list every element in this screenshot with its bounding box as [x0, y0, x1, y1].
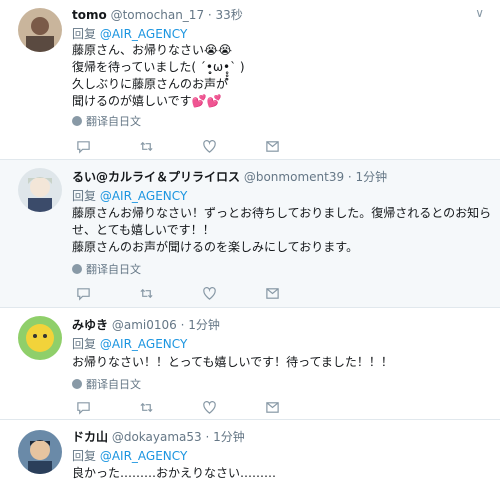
retweet-icon[interactable]	[137, 284, 155, 302]
avatar[interactable]	[18, 316, 62, 360]
tweet-line: 藤原さんお帰りなさい！ずっとお待ちしておりました。復帰されるとのお知ら	[72, 206, 492, 220]
heart-icon[interactable]	[200, 284, 218, 302]
avatar[interactable]	[18, 430, 62, 474]
timestamp[interactable]: · 1分钟	[206, 430, 245, 444]
reply-to-link[interactable]: @AIR_AGENCY	[100, 27, 187, 41]
user-name[interactable]: みゆき	[72, 318, 108, 332]
tweet-text: 良かった………おかえりなさい………	[72, 465, 276, 482]
reply-prefix: 回复	[72, 27, 97, 41]
tweet: tomo @tomochan_17 · 33秒 ∨ 回复 @AIR_AGENCY…	[0, 0, 500, 160]
reply-to-link[interactable]: @AIR_AGENCY	[100, 337, 187, 351]
message-icon[interactable]	[263, 398, 281, 416]
retweet-icon[interactable]	[137, 137, 155, 155]
heart-icon[interactable]	[200, 398, 218, 416]
globe-icon	[72, 379, 82, 389]
chevron-down-icon[interactable]: ∨	[475, 6, 484, 20]
tweet: ドカ山 @dokayama53 · 1分钟 回复 @AIR_AGENCY 良かっ…	[0, 420, 500, 483]
tweet-line: 久しぶりに藤原さんのお声が	[72, 77, 229, 91]
tweet: るい@カルライ＆プリライロス @bonmoment39 · 1分钟 回复 @AI…	[0, 160, 500, 308]
globe-icon	[72, 116, 82, 126]
reply-to-link[interactable]: @AIR_AGENCY	[100, 449, 187, 463]
user-handle[interactable]: @tomochan_17	[111, 8, 205, 22]
reply-icon[interactable]	[74, 284, 92, 302]
retweet-icon[interactable]	[137, 398, 155, 416]
tweet-line: 良かった………おかえりなさい………	[72, 466, 277, 480]
reply-prefix: 回复	[72, 337, 97, 351]
reply-prefix: 回复	[72, 189, 97, 203]
message-icon[interactable]	[263, 284, 281, 302]
reply-prefix: 回复	[72, 449, 97, 463]
tweet-text: 藤原さんお帰りなさい！ずっとお待ちしておりました。復帰されるとのお知ら せ、とて…	[72, 205, 491, 256]
tweet-line: 藤原さん、お帰りなさい😭😭	[72, 43, 233, 57]
tweet: みゆき @ami0106 · 1分钟 回复 @AIR_AGENCY お帰りなさい…	[0, 308, 500, 420]
tweet-text: お帰りなさい！！とっても嬉しいです！待ってました！！！	[72, 354, 393, 371]
message-icon[interactable]	[263, 137, 281, 155]
user-handle[interactable]: @ami0106	[112, 318, 177, 332]
user-name[interactable]: ドカ山	[72, 430, 108, 444]
avatar[interactable]	[18, 168, 62, 212]
avatar[interactable]	[18, 8, 62, 52]
translate-button[interactable]: 翻译自日文	[72, 261, 141, 277]
translate-label: 翻译自日文	[86, 115, 141, 128]
globe-icon	[72, 264, 82, 274]
tweet-line: 復帰を待っていました( ´•̥̥̥ω•̥̥̥` )	[72, 60, 245, 74]
timestamp[interactable]: · 1分钟	[181, 318, 220, 332]
user-name[interactable]: tomo	[72, 8, 107, 22]
reply-to-link[interactable]: @AIR_AGENCY	[100, 189, 187, 203]
translate-button[interactable]: 翻译自日文	[72, 113, 141, 129]
tweet-line: 藤原さんのお声が聞けるのを楽しみにしております。	[72, 240, 359, 254]
reply-icon[interactable]	[74, 137, 92, 155]
tweet-text: 藤原さん、お帰りなさい😭😭 復帰を待っていました( ´•̥̥̥ω•̥̥̥` ) …	[72, 42, 245, 110]
reply-icon[interactable]	[74, 398, 92, 416]
user-handle[interactable]: @dokayama53	[112, 430, 202, 444]
tweet-line: 聞けるのが嬉しいです💕💕	[72, 94, 222, 108]
tweet-line: お帰りなさい！！とっても嬉しいです！待ってました！！！	[72, 355, 393, 369]
user-handle[interactable]: @bonmoment39	[244, 170, 344, 184]
heart-icon[interactable]	[200, 137, 218, 155]
timestamp[interactable]: · 1分钟	[348, 170, 387, 184]
translate-label: 翻译自日文	[86, 378, 141, 391]
user-name[interactable]: るい@カルライ＆プリライロス	[72, 170, 240, 184]
timestamp[interactable]: · 33秒	[208, 8, 243, 22]
translate-button[interactable]: 翻译自日文	[72, 376, 141, 392]
tweet-line: せ、とても嬉しいです！！	[72, 223, 215, 237]
translate-label: 翻译自日文	[86, 263, 141, 276]
